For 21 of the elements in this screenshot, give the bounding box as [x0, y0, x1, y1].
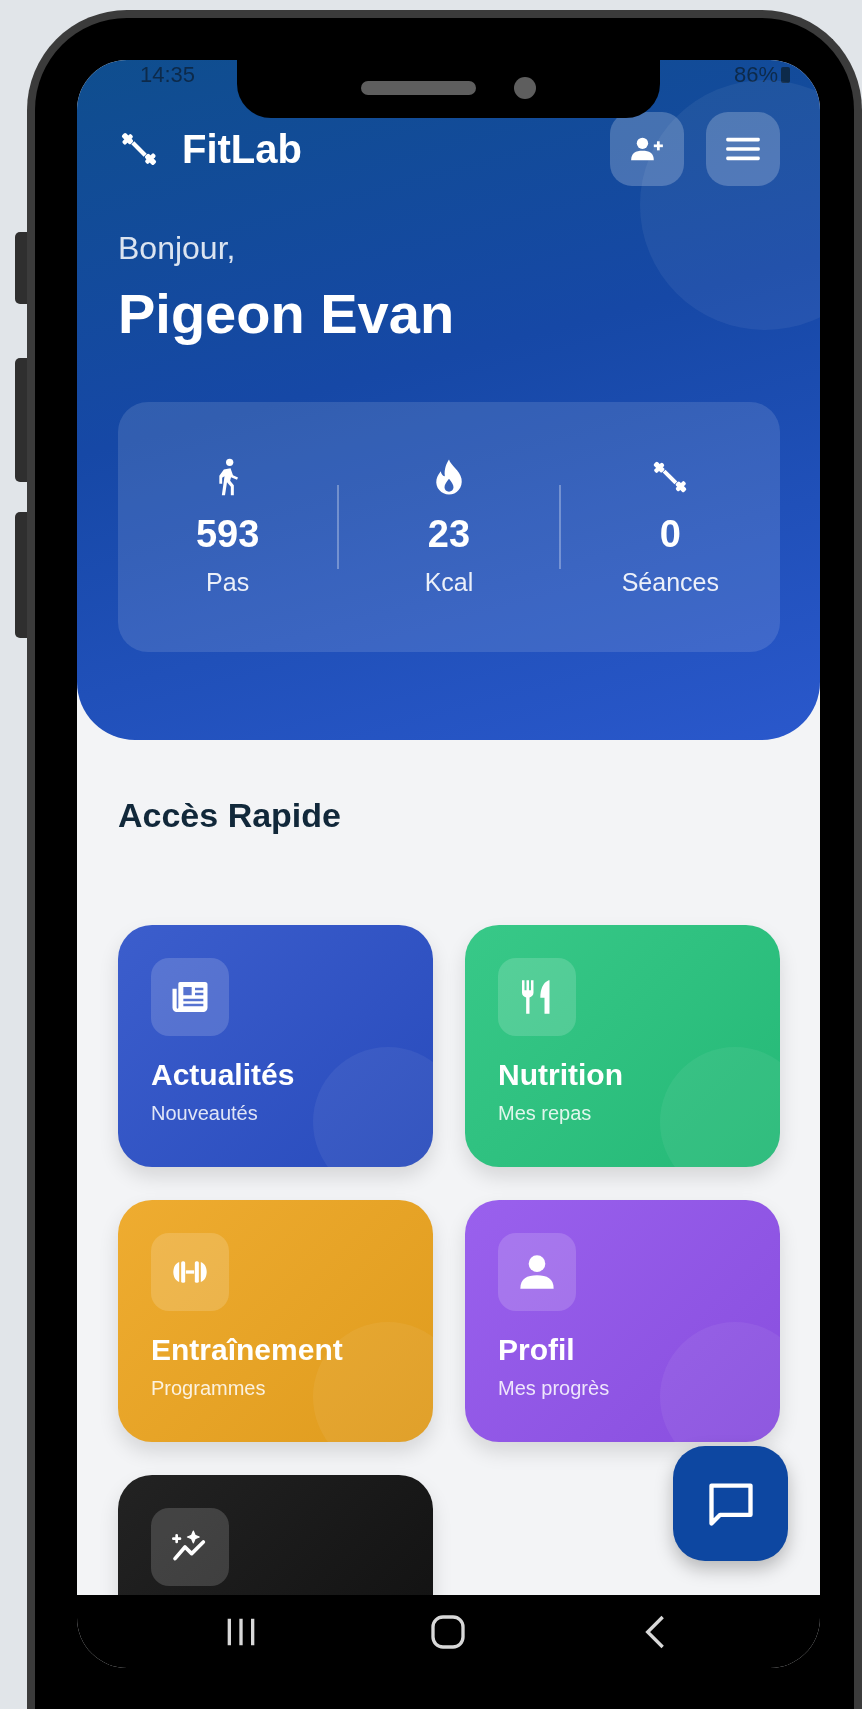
- stat-label: Kcal: [424, 568, 474, 597]
- battery-icon: [781, 67, 790, 83]
- greeting-text: Bonjour,: [118, 230, 237, 267]
- status-time: 14:35: [140, 62, 196, 88]
- stat-value: 0: [659, 513, 681, 556]
- app-name: FitLab: [182, 126, 302, 172]
- add-user-icon: [630, 135, 664, 163]
- chat-button[interactable]: [673, 1446, 788, 1561]
- user-name: Pigeon Evan: [118, 281, 456, 346]
- camera-dot: [514, 77, 536, 99]
- person-icon: [517, 1252, 557, 1292]
- stat-label: Séances: [621, 568, 719, 597]
- section-title: Accès Rapide: [118, 796, 342, 835]
- quick-access-card[interactable]: Nutrition Mes repas: [465, 925, 780, 1167]
- quick-access-card[interactable]: Actualités Nouveautés: [118, 925, 433, 1167]
- stat-label: Pas: [206, 568, 250, 597]
- battery-level: 86%: [733, 62, 778, 88]
- quick-access-card[interactable]: Profil Mes progrès: [465, 1200, 780, 1442]
- menu-icon: [726, 135, 760, 163]
- stat-value: 593: [195, 513, 260, 556]
- stat-value: 23: [427, 513, 471, 556]
